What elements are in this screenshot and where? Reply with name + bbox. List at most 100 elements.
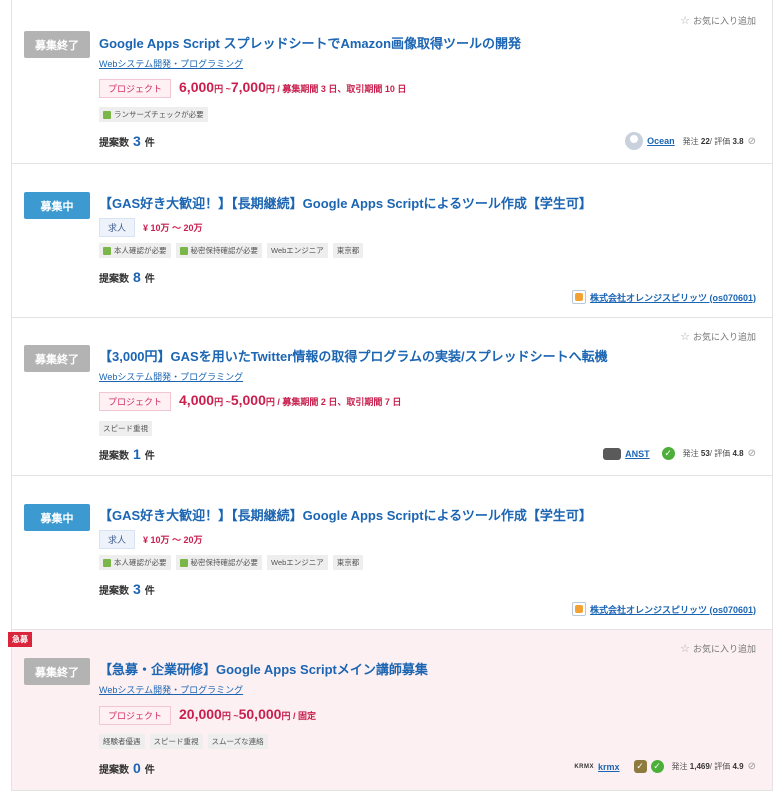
- favorite-label: お気に入り追加: [692, 332, 756, 342]
- tag: 秘密保持確認が必要: [175, 555, 262, 570]
- price-separator: 円 ~: [221, 711, 239, 721]
- tag: ランサーズチェックが必要: [99, 107, 208, 122]
- avatar[interactable]: [603, 447, 622, 460]
- client-stats: 発注 1,469/ 評価 4.9: [672, 761, 744, 772]
- client-logo-text[interactable]: KRMX: [574, 764, 594, 770]
- tag-label: スピード重視: [103, 424, 148, 433]
- rating-value: 3.8: [732, 136, 744, 146]
- proposals-number: 1: [133, 446, 141, 462]
- category-link[interactable]: Webシステム開発・プログラミング: [99, 683, 243, 696]
- favorite-label: お気に入り追加: [692, 644, 756, 654]
- favorite-button[interactable]: ☆ お気に入り追加: [680, 642, 756, 655]
- favorite-label: お気に入り追加: [692, 16, 756, 26]
- company-logo[interactable]: [571, 290, 586, 304]
- tag: スムーズな連絡: [207, 734, 268, 749]
- job-title-link[interactable]: 【GAS好き大歓迎！】【長期継続】Google Apps Scriptによるツー…: [99, 193, 592, 212]
- proposals-number: 3: [133, 133, 141, 149]
- favorite-button[interactable]: ☆ お気に入り追加: [680, 14, 756, 27]
- price-range: ¥ 10万 〜 20万: [143, 535, 203, 545]
- tag-label: 経験者優遇: [103, 737, 141, 746]
- tag: 本人確認が必要: [99, 243, 171, 258]
- tag: Webエンジニア: [267, 555, 328, 570]
- job-card: 急募 ☆ お気に入り追加 募集終了 【急募・企業研修】Google Apps S…: [8, 630, 772, 791]
- price-separator: 円 ~: [214, 84, 231, 94]
- tag-label: Webエンジニア: [271, 558, 324, 567]
- id-card-icon: [103, 246, 111, 255]
- price-low: 6,000: [179, 79, 215, 95]
- price-range: ¥ 10万 〜 20万: [143, 223, 203, 233]
- client-info: 株式会社オレンジスピリッツ (os070601): [571, 602, 756, 616]
- id-card-icon: [103, 558, 111, 567]
- rating-label: / 評価: [709, 136, 731, 146]
- count-unit: 件: [144, 451, 155, 462]
- tag-list: 本人確認が必要 秘密保持確認が必要 Webエンジニア 東京都: [99, 243, 364, 258]
- job-title-link[interactable]: 【3,000円】GASを用いたTwitter情報の取得プログラムの実装/スプレッ…: [99, 346, 608, 365]
- proposal-count: 提案数 3 件: [99, 581, 155, 597]
- price-type-label: 求人: [99, 218, 136, 237]
- orders-label: 発注: [682, 449, 699, 458]
- price-row: 求人 ¥ 10万 〜 20万: [99, 218, 203, 237]
- client-info: KRMX krmx ✓ ✓ 発注 1,469/ 評価 4.9 ⊘: [574, 760, 756, 773]
- prohibited-icon: ⊘: [747, 135, 756, 147]
- job-title-link[interactable]: Google Apps Script スプレッドシートでAmazon画像取得ツー…: [99, 33, 521, 52]
- verified-check-icon: ✓: [661, 447, 675, 460]
- job-card: ☆ お気に入り追加 募集終了 【3,000円】GASを用いたTwitter情報の…: [12, 318, 772, 476]
- rating-value: 4.9: [732, 762, 744, 771]
- orders-count: 1,469: [689, 762, 710, 771]
- price-low: 20,000: [179, 706, 222, 722]
- price-row: 求人 ¥ 10万 〜 20万: [99, 530, 203, 549]
- proposals-label: 提案数: [99, 138, 129, 149]
- status-badge: 募集終了: [24, 658, 90, 685]
- count-unit: 件: [144, 274, 155, 285]
- price-suffix: 円 / 募集期間 2 日、取引期間 7 日: [265, 397, 402, 407]
- proposals-label: 提案数: [99, 451, 129, 462]
- price-type-label: プロジェクト: [99, 392, 172, 411]
- client-name-link[interactable]: 株式会社オレンジスピリッツ (os070601): [590, 603, 756, 616]
- status-badge: 募集終了: [24, 345, 90, 372]
- tag: 秘密保持確認が必要: [175, 243, 262, 258]
- client-name-link[interactable]: krmx: [598, 762, 620, 772]
- urgent-badge: 急募: [8, 632, 32, 647]
- tag-list: 経験者優遇 スピード重視 スムーズな連絡: [99, 734, 268, 749]
- shield-check-icon: ✓: [633, 760, 647, 773]
- category-link[interactable]: Webシステム開発・プログラミング: [99, 370, 243, 383]
- orders-count: 53: [700, 449, 710, 458]
- client-info: ANST ✓ 発注 53/ 評価 4.8 ⊘: [603, 447, 756, 460]
- verified-check-icon: ✓: [650, 760, 664, 773]
- client-name-link[interactable]: ANST: [625, 449, 650, 459]
- proposals-label: 提案数: [99, 765, 129, 776]
- price-high: 50,000: [238, 706, 282, 722]
- client-name-link[interactable]: Ocean: [647, 136, 675, 146]
- job-title-link[interactable]: 【GAS好き大歓迎！】【長期継続】Google Apps Scriptによるツー…: [99, 505, 592, 524]
- client-stats: 発注 53/ 評価 4.8: [683, 448, 744, 459]
- lock-icon: [179, 558, 188, 567]
- price-row: プロジェクト 4,000 円 ~ 5,000 円 / 募集期間 2 日、取引期間…: [99, 392, 401, 411]
- tag: Webエンジニア: [267, 243, 328, 258]
- job-title-link[interactable]: 【急募・企業研修】Google Apps Scriptメイン講師募集: [99, 659, 428, 678]
- orders-label: 発注: [671, 762, 688, 771]
- favorite-button[interactable]: ☆ お気に入り追加: [680, 330, 756, 343]
- tag-label: ランサーズチェックが必要: [114, 110, 204, 119]
- price-type-label: 求人: [99, 530, 136, 549]
- avatar[interactable]: [625, 132, 644, 150]
- price-suffix: 円 / 固定: [281, 711, 316, 721]
- job-card: 募集中 【GAS好き大歓迎！】【長期継続】Google Apps Scriptに…: [12, 476, 772, 630]
- price-low: 4,000: [179, 392, 215, 408]
- proposal-count: 提案数 1 件: [99, 446, 155, 462]
- proposal-count: 提案数 3 件: [99, 133, 155, 149]
- tag-label: 秘密保持確認が必要: [190, 246, 259, 255]
- star-icon: ☆: [680, 15, 690, 27]
- rating-value: 4.8: [732, 449, 744, 458]
- company-logo[interactable]: [571, 602, 586, 616]
- category-link[interactable]: Webシステム開発・プログラミング: [99, 57, 243, 70]
- tag: スピード重視: [99, 421, 152, 436]
- star-icon: ☆: [680, 643, 690, 655]
- price-high: 7,000: [230, 79, 266, 95]
- proposals-label: 提案数: [99, 586, 129, 597]
- client-name-link[interactable]: 株式会社オレンジスピリッツ (os070601): [590, 291, 756, 304]
- tag-label: 秘密保持確認が必要: [190, 558, 259, 567]
- job-card: 募集中 【GAS好き大歓迎！】【長期継続】Google Apps Scriptに…: [12, 164, 772, 318]
- price-type-label: プロジェクト: [99, 79, 172, 98]
- count-unit: 件: [144, 586, 155, 597]
- tag-label: スピード重視: [153, 737, 199, 746]
